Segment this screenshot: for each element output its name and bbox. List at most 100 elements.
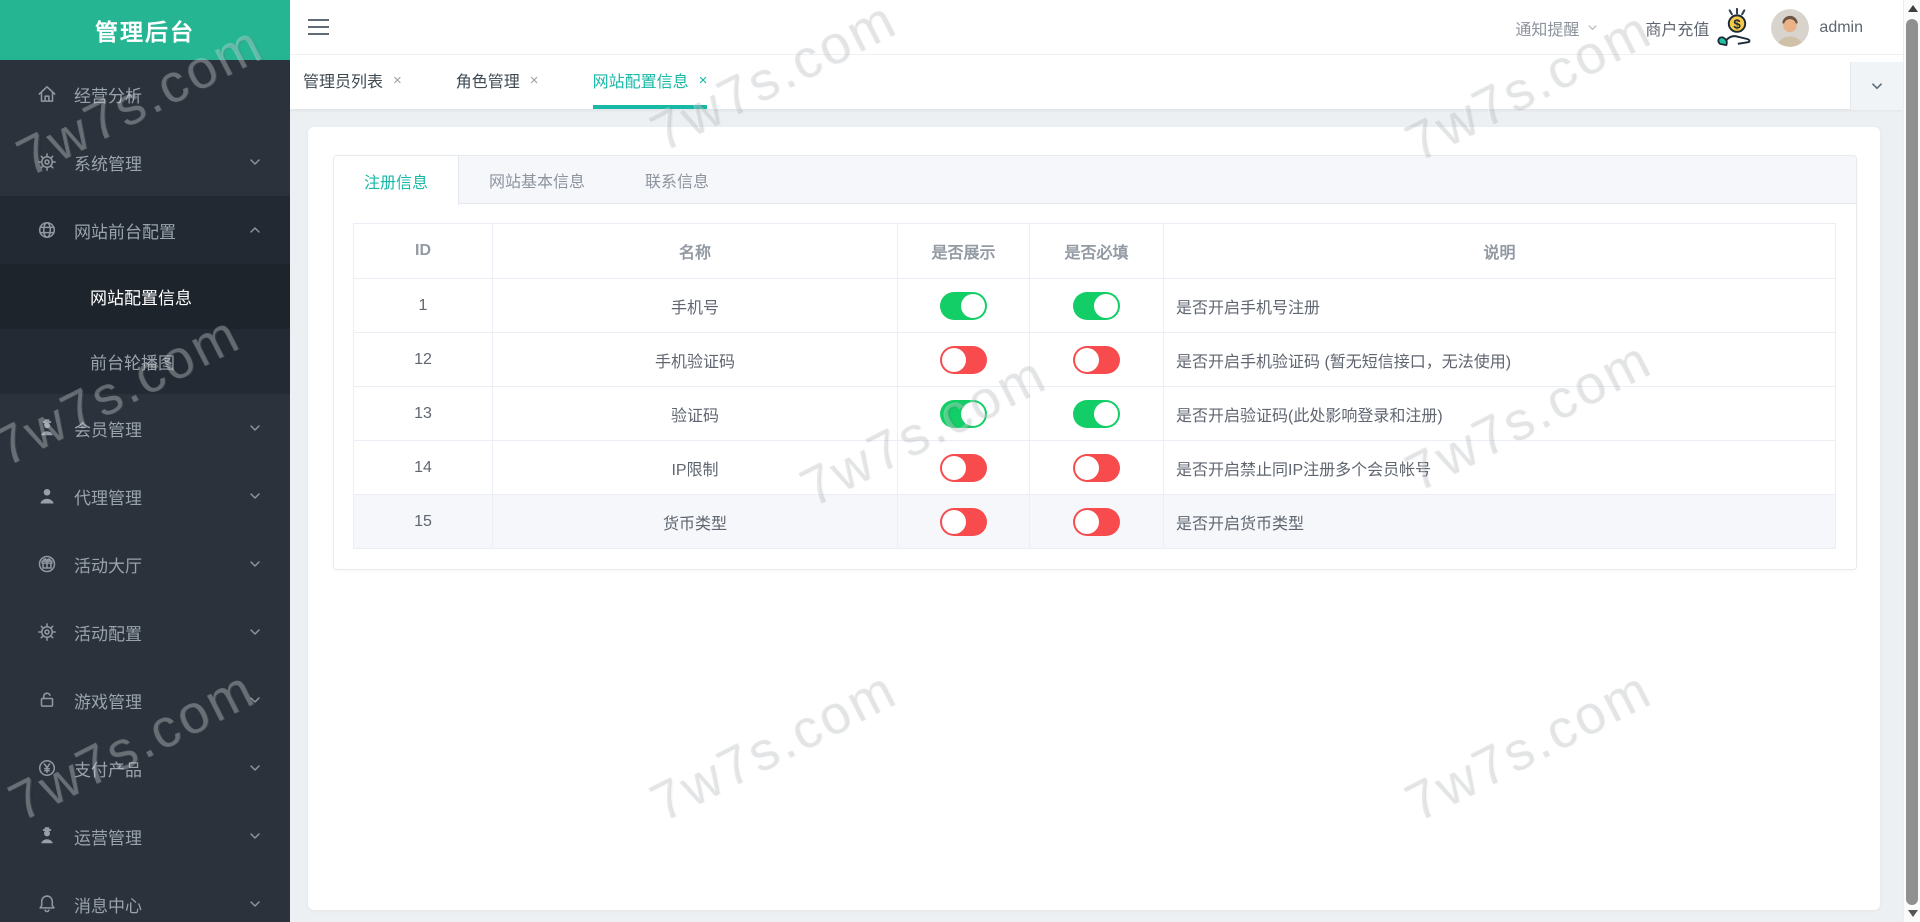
home-icon xyxy=(36,83,58,105)
cell-remark: 是否开启禁止同IP注册多个会员帐号 xyxy=(1163,440,1836,495)
config-card: 注册信息 网站基本信息 联系信息 ID 名称 是否展示 是否必填 说明 1 手机… xyxy=(333,155,1857,570)
sidebar-item-label: 活动配置 xyxy=(74,624,142,644)
close-icon[interactable]: × xyxy=(530,72,539,89)
hamburger-menu-icon[interactable] xyxy=(308,19,330,36)
sidebar-item-payment-products[interactable]: 支付产品 xyxy=(0,734,290,802)
required-toggle[interactable] xyxy=(1073,507,1120,536)
chevron-down-icon xyxy=(248,625,262,639)
gift-icon xyxy=(36,553,58,575)
merchant-recharge-link[interactable]: 商户充值 xyxy=(1645,16,1709,40)
tab-site-basic-info[interactable]: 网站基本信息 xyxy=(459,156,615,203)
config-table: ID 名称 是否展示 是否必填 说明 1 手机号 是否开启手机号注册 12 手机… xyxy=(353,223,1836,549)
sidebar-item-agent-management[interactable]: 代理管理 xyxy=(0,462,290,530)
sidebar-subitem-label: 网站配置信息 xyxy=(90,289,192,308)
sidebar-item-label: 网站前台配置 xyxy=(74,222,176,242)
sidebar-subitem-front-carousel[interactable]: 前台轮播图 xyxy=(0,329,290,394)
sidebar: 管理后台 经营分析 系统管理 网站前台配置 网站配置信息 前台轮播图 会员管理 … xyxy=(0,0,290,922)
cell-name: 手机号 xyxy=(492,278,898,333)
sidebar-item-label: 活动大厅 xyxy=(74,556,142,576)
config-card-tabs: 注册信息 网站基本信息 联系信息 xyxy=(334,156,1856,205)
tab-role-management[interactable]: 角色管理 × xyxy=(456,55,539,109)
sidebar-item-activity-hall[interactable]: 活动大厅 xyxy=(0,530,290,598)
sidebar-item-business-analysis[interactable]: 经营分析 xyxy=(0,60,290,128)
show-toggle[interactable] xyxy=(940,399,987,428)
show-toggle[interactable] xyxy=(940,291,987,320)
sidebar-item-member-management[interactable]: 会员管理 xyxy=(0,394,290,462)
svg-text:$: $ xyxy=(1734,16,1742,31)
tab-register-info[interactable]: 注册信息 xyxy=(334,156,460,205)
scroll-up-arrow[interactable] xyxy=(1904,0,1920,17)
operator-icon xyxy=(36,825,58,847)
scrollbar-thumb[interactable] xyxy=(1906,19,1918,905)
notifications-dropdown[interactable]: 通知提醒 xyxy=(1515,16,1599,40)
chevron-up-icon xyxy=(248,223,262,237)
scroll-down-arrow[interactable] xyxy=(1904,905,1920,922)
sidebar-item-operation-management[interactable]: 运营管理 xyxy=(0,802,290,870)
top-header: 通知提醒 商户充值 $ admin xyxy=(290,0,1903,55)
cell-name: 手机验证码 xyxy=(492,332,898,387)
show-toggle[interactable] xyxy=(940,345,987,374)
tab-overflow-dropdown[interactable] xyxy=(1850,62,1903,110)
chevron-down-icon xyxy=(248,489,262,503)
show-toggle[interactable] xyxy=(940,453,987,482)
sidebar-item-message-center[interactable]: 消息中心 xyxy=(0,870,290,922)
cell-id: 1 xyxy=(353,278,493,333)
tab-admin-list[interactable]: 管理员列表 × xyxy=(303,55,402,109)
show-toggle[interactable] xyxy=(940,507,987,536)
sidebar-item-label: 游戏管理 xyxy=(74,692,142,712)
lock-icon xyxy=(36,689,58,711)
cell-id: 13 xyxy=(353,386,493,441)
col-header-remark: 说明 xyxy=(1163,223,1836,279)
sidebar-item-label: 运营管理 xyxy=(74,828,142,848)
chevron-down-icon xyxy=(248,897,262,911)
col-header-required: 是否必填 xyxy=(1029,223,1164,279)
close-icon[interactable]: × xyxy=(393,72,402,89)
cell-remark: 是否开启验证码(此处影响登录和注册) xyxy=(1163,386,1836,441)
col-header-show: 是否展示 xyxy=(897,223,1030,279)
sidebar-item-activity-config[interactable]: 活动配置 xyxy=(0,598,290,666)
app-logo: 管理后台 xyxy=(0,0,290,60)
user-avatar[interactable] xyxy=(1771,8,1810,47)
cell-name: 验证码 xyxy=(492,386,898,441)
required-toggle[interactable] xyxy=(1073,345,1120,374)
required-toggle[interactable] xyxy=(1073,453,1120,482)
sidebar-subitem-label: 前台轮播图 xyxy=(90,354,175,373)
tab-contact-info[interactable]: 联系信息 xyxy=(615,156,739,203)
notifications-label: 通知提醒 xyxy=(1515,21,1580,39)
sidebar-item-label: 系统管理 xyxy=(74,154,142,174)
table-row: 14 IP限制 是否开启禁止同IP注册多个会员帐号 xyxy=(353,440,1836,495)
chevron-down-icon xyxy=(248,557,262,571)
required-toggle[interactable] xyxy=(1073,291,1120,320)
hand-coin-icon[interactable]: $ xyxy=(1715,7,1759,49)
chevron-down-icon xyxy=(248,421,262,435)
vertical-scrollbar[interactable] xyxy=(1903,0,1920,922)
chevron-down-icon xyxy=(1871,83,1883,90)
chevron-down-icon xyxy=(248,155,262,169)
username-label[interactable]: admin xyxy=(1819,19,1863,37)
currency-icon xyxy=(36,757,58,779)
table-header-row: ID 名称 是否展示 是否必填 说明 xyxy=(353,223,1836,279)
cell-id: 12 xyxy=(353,332,493,387)
tab-site-config-info[interactable]: 网站配置信息 × xyxy=(592,55,708,109)
chevron-down-icon xyxy=(1588,25,1598,31)
sidebar-item-system-management[interactable]: 系统管理 xyxy=(0,128,290,196)
cell-name: IP限制 xyxy=(492,440,898,495)
cell-remark: 是否开启货币类型 xyxy=(1163,494,1836,549)
sidebar-item-game-management[interactable]: 游戏管理 xyxy=(0,666,290,734)
chevron-down-icon xyxy=(248,761,262,775)
gear-icon xyxy=(36,621,58,643)
table-row: 13 验证码 是否开启验证码(此处影响登录和注册) xyxy=(353,386,1836,441)
cell-name: 货币类型 xyxy=(492,494,898,549)
sidebar-item-site-front-config[interactable]: 网站前台配置 xyxy=(0,196,290,264)
sidebar-item-label: 支付产品 xyxy=(74,760,142,780)
required-toggle[interactable] xyxy=(1073,399,1120,428)
col-header-name: 名称 xyxy=(492,223,898,279)
cell-id: 14 xyxy=(353,440,493,495)
member-icon xyxy=(36,417,58,439)
sidebar-item-label: 消息中心 xyxy=(74,896,142,916)
close-icon[interactable]: × xyxy=(699,72,708,89)
gear-icon xyxy=(36,151,58,173)
sidebar-subitem-site-config-info[interactable]: 网站配置信息 xyxy=(0,264,290,329)
sidebar-item-label: 会员管理 xyxy=(74,420,142,440)
chevron-down-icon xyxy=(248,829,262,843)
